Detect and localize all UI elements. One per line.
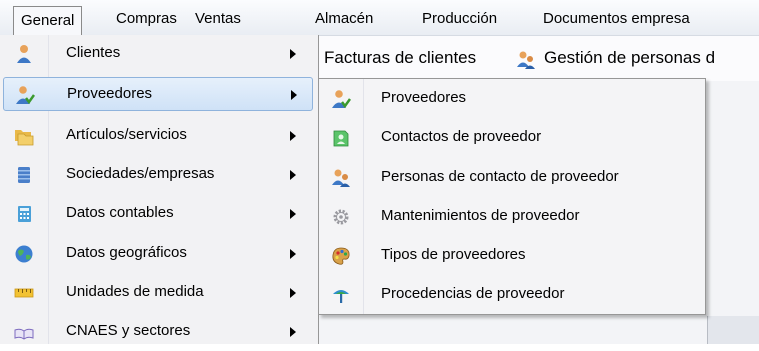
contact-icon (331, 128, 351, 148)
gestion-personas-button[interactable]: Gestión de personas d (544, 48, 715, 68)
submenu-arrow-icon (290, 288, 296, 298)
submenu-item-label: Contactos de proveedor (381, 128, 542, 145)
content-panel (707, 316, 759, 344)
submenu-item-procedencias-proveedor[interactable]: Procedencias de proveedor (319, 276, 705, 314)
submenu-arrow-icon (290, 49, 296, 59)
submenu-item-proveedores[interactable]: Proveedores (319, 80, 705, 118)
tree-icon (331, 285, 351, 305)
book-icon (14, 322, 34, 342)
submenu-arrow-icon (290, 131, 296, 141)
proveedores-submenu: Proveedores Contactos de proveedor Perso… (318, 78, 706, 315)
menu-item-label: Sociedades/empresas (66, 165, 215, 182)
menu-item-label: Unidades de medida (66, 283, 204, 300)
menu-item-label: Proveedores (67, 85, 153, 102)
menu-item-sociedades-empresas[interactable]: Sociedades/empresas (0, 156, 318, 194)
gear-icon (331, 207, 351, 227)
submenu-item-mantenimientos-proveedor[interactable]: Mantenimientos de proveedor (319, 198, 705, 236)
submenu-item-contactos-proveedor[interactable]: Contactos de proveedor (319, 119, 705, 157)
menu-item-label: Clientes (66, 44, 121, 61)
folders-icon (14, 126, 34, 146)
submenu-item-label: Proveedores (381, 89, 467, 106)
ruler-icon (14, 283, 34, 303)
toolbar: Facturas de clientes Gestión de personas… (318, 36, 759, 81)
menu-almacen[interactable]: Almacén (315, 8, 373, 32)
contact-persons-icon (516, 50, 536, 70)
submenu-item-label: Procedencias de proveedor (381, 285, 565, 302)
menu-item-datos-contables[interactable]: Datos contables (0, 195, 318, 233)
menu-item-datos-geograficos[interactable]: Datos geográficos (0, 235, 318, 273)
menu-bar: General Compras Ventas Almacén Producció… (0, 0, 759, 36)
menu-compras[interactable]: Compras (116, 8, 177, 32)
database-icon (14, 165, 34, 185)
supplier-icon (331, 89, 351, 109)
menu-item-clientes[interactable]: Clientes (0, 35, 318, 73)
calculator-icon (14, 204, 34, 224)
submenu-arrow-icon (291, 90, 297, 100)
menu-item-unidades-medida[interactable]: Unidades de medida (0, 274, 318, 312)
globe-icon (14, 244, 34, 264)
general-dropdown-menu: Clientes Proveedores Artículos/servicios (0, 35, 319, 344)
menu-item-label: Artículos/servicios (66, 126, 187, 143)
submenu-arrow-icon (290, 170, 296, 180)
submenu-arrow-icon (290, 249, 296, 259)
submenu-item-label: Tipos de proveedores (381, 246, 526, 263)
submenu-item-label: Personas de contacto de proveedor (381, 168, 619, 185)
submenu-item-personas-contacto-proveedor[interactable]: Personas de contacto de proveedor (319, 159, 705, 197)
person-icon (14, 44, 34, 64)
menu-general[interactable]: General (13, 6, 83, 35)
menu-item-label: Datos contables (66, 204, 174, 221)
submenu-item-tipos-proveedores[interactable]: Tipos de proveedores (319, 237, 705, 275)
menu-item-cnaes-sectores[interactable]: CNAES y sectores (0, 313, 318, 351)
facturas-clientes-button[interactable]: Facturas de clientes (324, 48, 476, 68)
contact-persons-icon (331, 168, 351, 188)
menu-item-label: Datos geográficos (66, 244, 187, 261)
menu-produccion[interactable]: Producción (422, 8, 497, 32)
menu-documentos-empresa[interactable]: Documentos empresa (543, 8, 690, 32)
submenu-arrow-icon (290, 209, 296, 219)
menu-item-label: CNAES y sectores (66, 322, 191, 339)
menu-item-articulos-servicios[interactable]: Artículos/servicios (0, 117, 318, 155)
menu-ventas[interactable]: Ventas (195, 8, 241, 32)
menu-item-proveedores[interactable]: Proveedores (3, 77, 313, 111)
submenu-arrow-icon (290, 327, 296, 337)
submenu-item-label: Mantenimientos de proveedor (381, 207, 580, 224)
palette-icon (331, 246, 351, 266)
supplier-icon (15, 85, 35, 105)
